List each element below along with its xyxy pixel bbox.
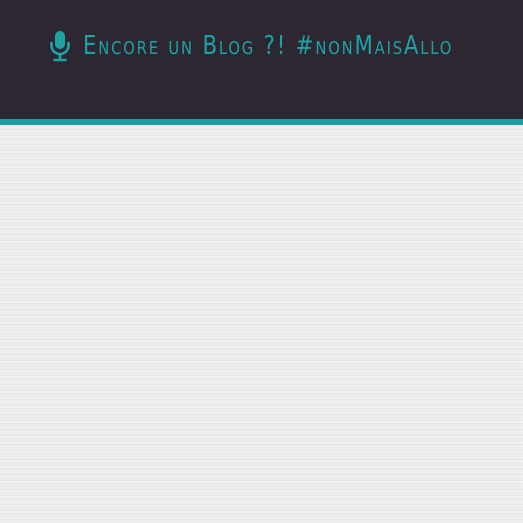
site-header: Encore un Blog ?! #nonMaisAllo — [0, 0, 523, 125]
page-content-area — [0, 125, 523, 523]
microphone-icon — [49, 31, 70, 62]
site-title[interactable]: Encore un Blog ?! #nonMaisAllo — [83, 31, 453, 61]
site-brand-link[interactable]: Encore un Blog ?! #nonMaisAllo — [0, 26, 523, 66]
